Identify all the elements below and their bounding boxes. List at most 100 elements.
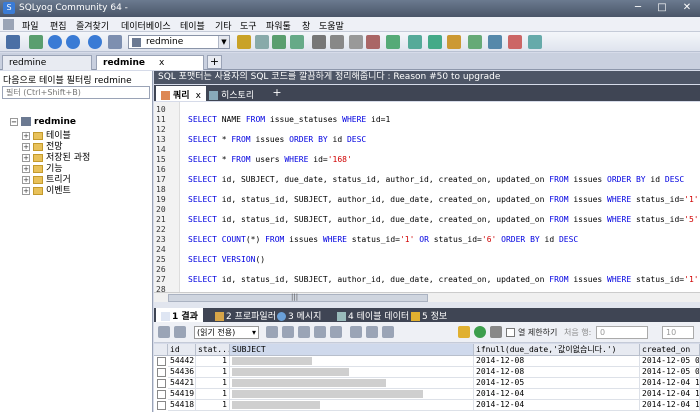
cell-created-on[interactable]: 2014-12-04 17 — [640, 378, 700, 389]
refresh-icon[interactable] — [474, 326, 486, 338]
delete-icon[interactable] — [314, 326, 326, 338]
table-icon[interactable] — [237, 35, 251, 49]
cell-status[interactable]: 1 — [196, 378, 230, 389]
tab-profiler[interactable]: 2 프로파일러 — [210, 308, 281, 322]
cell-id[interactable]: 54436 — [168, 367, 196, 378]
execute-icon[interactable] — [88, 35, 102, 49]
cell-due-date[interactable]: 2014-12-04 — [474, 400, 640, 411]
export-icon[interactable] — [266, 326, 278, 338]
insert-icon[interactable] — [298, 326, 310, 338]
cell-status[interactable]: 1 — [196, 400, 230, 411]
tab-messages[interactable]: 3 메시지 — [272, 308, 326, 322]
import-icon[interactable] — [272, 35, 286, 49]
first-row-input[interactable]: 0 — [596, 326, 648, 339]
cell-id[interactable]: 54418 — [168, 400, 196, 411]
cell-created-on[interactable]: 2014-12-05 09 — [640, 356, 700, 367]
row-checkbox[interactable] — [157, 357, 166, 366]
tab-table-data[interactable]: 4 테이블 데이터 — [332, 308, 414, 322]
copy-icon[interactable] — [282, 326, 294, 338]
cell-status[interactable]: 1 — [196, 356, 230, 367]
tree-node-events[interactable]: + 이벤트 — [22, 183, 71, 196]
menu-edit[interactable]: 편집 — [50, 19, 67, 32]
connection-tab-2[interactable]: redmine x — [96, 55, 204, 70]
menu-tools[interactable]: 도구 — [240, 19, 257, 32]
close-tab-icon[interactable]: x — [159, 58, 164, 68]
cell-subject[interactable] — [230, 400, 474, 411]
code-line[interactable]: SELECT NAME FROM issue_statuses WHERE id… — [188, 115, 390, 124]
code-line[interactable]: SELECT COUNT(*) FROM issues WHERE status… — [188, 235, 578, 244]
upgrade-hint[interactable]: SQL 포맷터는 사용자의 SQL 코드를 깔끔하게 정리해줍니다 : Reas… — [154, 71, 700, 84]
limit-rows-checkbox[interactable] — [506, 328, 515, 337]
code-line[interactable]: SELECT id, status_id, SUBJECT, author_id… — [188, 275, 700, 284]
cell-subject[interactable] — [230, 367, 474, 378]
row-checkbox[interactable] — [157, 368, 166, 377]
report-icon[interactable] — [488, 35, 502, 49]
cell-id[interactable]: 54442 — [168, 356, 196, 367]
code-line[interactable]: SELECT * FROM issues ORDER BY id DESC — [188, 135, 366, 144]
column-header-subject[interactable]: SUBJECT — [230, 344, 474, 356]
query-builder-icon[interactable] — [508, 35, 522, 49]
code-line[interactable]: SELECT * FROM users WHERE id='168' — [188, 155, 352, 164]
refresh-icon[interactable] — [29, 35, 43, 49]
copy-icon[interactable] — [408, 35, 422, 49]
menu-other[interactable]: 기타 — [215, 19, 232, 32]
save-icon[interactable] — [330, 326, 342, 338]
cell-id[interactable]: 54419 — [168, 389, 196, 400]
minimize-button[interactable]: ─ — [628, 1, 648, 15]
grid-view-icon[interactable] — [158, 326, 170, 338]
cell-created-on[interactable]: 2014-12-04 16 — [640, 389, 700, 400]
designer-icon[interactable] — [528, 35, 542, 49]
cell-due-date[interactable]: 2014-12-04 — [474, 389, 640, 400]
cell-created-on[interactable]: 2014-12-05 07 — [640, 367, 700, 378]
cell-due-date[interactable]: 2014-12-05 — [474, 378, 640, 389]
restore-icon[interactable] — [330, 35, 344, 49]
menu-help[interactable]: 도움말 — [319, 19, 344, 32]
menu-file[interactable]: 파일 — [22, 19, 39, 32]
compare-icon[interactable] — [428, 35, 442, 49]
cell-status[interactable]: 1 — [196, 367, 230, 378]
add-query-tab-button[interactable]: + — [270, 87, 284, 100]
menu-window[interactable]: 창 — [302, 19, 310, 32]
maximize-button[interactable]: □ — [652, 1, 672, 15]
back-icon[interactable] — [48, 35, 62, 49]
column-header-id[interactable]: id — [168, 344, 196, 356]
column-header-status[interactable]: stat... — [196, 344, 230, 356]
code-line[interactable]: SELECT VERSION() — [188, 255, 265, 264]
connect-icon[interactable] — [6, 35, 20, 49]
rows-input[interactable]: 10 — [662, 326, 694, 339]
cell-id[interactable]: 54421 — [168, 378, 196, 389]
cell-status[interactable]: 1 — [196, 389, 230, 400]
row-checkbox[interactable] — [157, 401, 166, 410]
sql-editor[interactable]: 10 11 12 13 14 15 16 17 18 19 20 21 22 23 24 25 26 27 28 S… — [154, 102, 700, 292]
cell-due-date[interactable]: 2014-12-08 — [474, 367, 640, 378]
expand-icon[interactable]: + — [22, 186, 30, 195]
editor-horizontal-scrollbar[interactable]: ||| — [154, 292, 700, 302]
close-window-button[interactable]: ✕ — [677, 1, 697, 15]
row-checkbox[interactable] — [157, 390, 166, 399]
sync-icon[interactable] — [386, 35, 400, 49]
connection-tab-1[interactable]: redmine — [2, 55, 92, 70]
sql-icon[interactable] — [108, 35, 122, 49]
column-icon[interactable] — [255, 35, 269, 49]
row-checkbox[interactable] — [157, 379, 166, 388]
code-line[interactable]: SELECT id, status_id, SUBJECT, author_id… — [188, 195, 700, 204]
export-icon[interactable] — [290, 35, 304, 49]
cell-subject[interactable] — [230, 389, 474, 400]
column-header-due-date[interactable]: ifnull(due_date,'값이없습니다.') — [474, 344, 640, 356]
cell-due-date[interactable]: 2014-12-08 — [474, 356, 640, 367]
collapse-icon[interactable]: − — [10, 117, 18, 126]
tab-query[interactable]: 쿼리 x — [156, 86, 206, 101]
menu-table[interactable]: 테이블 — [180, 19, 205, 32]
menu-powertools[interactable]: 파워툴 — [266, 19, 291, 32]
add-row-icon[interactable] — [174, 326, 186, 338]
add-connection-button[interactable]: + — [207, 55, 222, 69]
database-select[interactable]: redmine ▼ — [128, 35, 230, 49]
cell-created-on[interactable]: 2014-12-04 16 — [640, 400, 700, 411]
stop-icon[interactable] — [490, 326, 502, 338]
user-icon[interactable] — [366, 35, 380, 49]
menu-favorites[interactable]: 즐겨찾기 — [76, 19, 109, 32]
notification-icon[interactable] — [468, 35, 482, 49]
schema-icon[interactable] — [349, 35, 363, 49]
tab-result[interactable]: 1 결과 — [156, 308, 203, 322]
result-grid[interactable]: id stat... SUBJECT ifnull(due_date,'값이없습… — [154, 344, 700, 412]
